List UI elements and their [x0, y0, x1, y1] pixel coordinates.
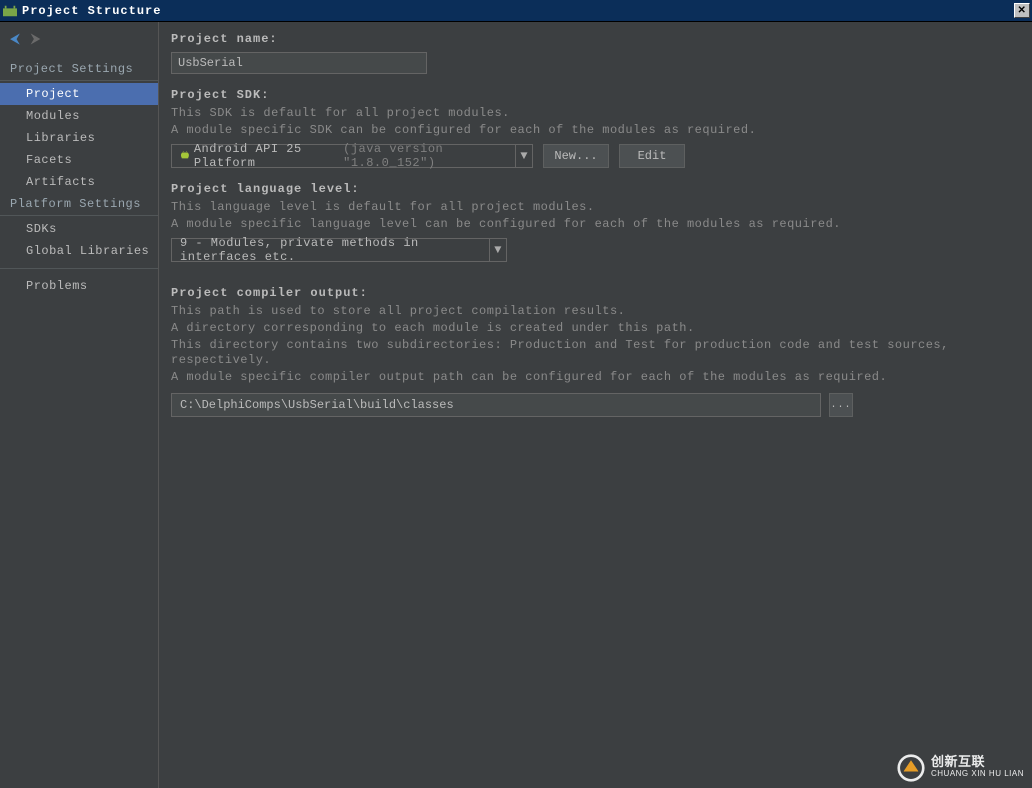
chevron-down-icon[interactable]: ▼: [489, 239, 506, 261]
sidebar-item-global-libraries[interactable]: Global Libraries: [0, 240, 158, 262]
watermark-text-zh: 创新互联: [931, 756, 1024, 768]
watermark-logo-icon: [897, 754, 925, 782]
sidebar-item-label: Global Libraries: [26, 244, 149, 258]
comp-desc-2: A directory corresponding to each module…: [171, 321, 1020, 336]
window-titlebar: Project Structure ✕: [0, 0, 1032, 22]
sdk-java-version: (java version "1.8.0_152"): [343, 142, 507, 170]
sdk-new-button[interactable]: New...: [543, 144, 609, 168]
nav-back-icon[interactable]: ⮜: [10, 32, 20, 48]
sidebar-separator: [0, 268, 158, 269]
language-level-selected: 9 - Modules, private methods in interfac…: [180, 236, 481, 264]
sdk-desc-2: A module specific SDK can be configured …: [171, 123, 1020, 138]
project-sdk-label: Project SDK:: [171, 88, 1020, 102]
chevron-down-icon[interactable]: ▼: [515, 145, 532, 167]
project-sdk-combo[interactable]: Android API 25 Platform (java version "1…: [171, 144, 533, 168]
window-close-button[interactable]: ✕: [1014, 3, 1030, 18]
sidebar-item-facets[interactable]: Facets: [0, 149, 158, 171]
sidebar: ⮜ ⮞ Project Settings Project Modules Lib…: [0, 22, 159, 788]
sidebar-item-project[interactable]: Project: [0, 83, 158, 105]
sidebar-item-label: Problems: [26, 279, 88, 293]
sidebar-item-modules[interactable]: Modules: [0, 105, 158, 127]
comp-desc-3: This directory contains two subdirectori…: [171, 338, 1020, 368]
android-icon: [180, 150, 190, 162]
sdk-edit-button[interactable]: Edit: [619, 144, 685, 168]
lang-desc-1: This language level is default for all p…: [171, 200, 1020, 215]
watermark-text-en: CHUANG XIN HU LIAN: [931, 768, 1024, 780]
language-level-label: Project language level:: [171, 182, 1020, 196]
compiler-output-input[interactable]: [171, 393, 821, 417]
window-title: Project Structure: [22, 4, 161, 18]
sidebar-item-sdks[interactable]: SDKs: [0, 218, 158, 240]
sidebar-item-artifacts[interactable]: Artifacts: [0, 171, 158, 193]
project-name-label: Project name:: [171, 32, 1020, 46]
browse-button[interactable]: ...: [829, 393, 853, 417]
comp-desc-4: A module specific compiler output path c…: [171, 370, 1020, 385]
sidebar-item-label: SDKs: [26, 222, 57, 236]
sidebar-item-label: Artifacts: [26, 175, 95, 189]
sidebar-item-label: Libraries: [26, 131, 95, 145]
sidebar-item-problems[interactable]: Problems: [0, 275, 158, 297]
language-level-combo[interactable]: 9 - Modules, private methods in interfac…: [171, 238, 507, 262]
app-icon: [2, 5, 18, 17]
nav-forward-icon: ⮞: [30, 32, 41, 48]
project-name-input[interactable]: [171, 52, 427, 74]
comp-desc-1: This path is used to store all project c…: [171, 304, 1020, 319]
sdk-desc-1: This SDK is default for all project modu…: [171, 106, 1020, 121]
sidebar-section-project-settings: Project Settings: [0, 58, 158, 81]
lang-desc-2: A module specific language level can be …: [171, 217, 1020, 232]
sidebar-item-label: Modules: [26, 109, 80, 123]
sdk-selected-name: Android API 25 Platform: [194, 142, 339, 170]
sidebar-item-label: Project: [26, 87, 80, 101]
watermark: 创新互联 CHUANG XIN HU LIAN: [897, 754, 1024, 782]
sidebar-item-label: Facets: [26, 153, 72, 167]
sidebar-section-platform-settings: Platform Settings: [0, 193, 158, 216]
compiler-output-label: Project compiler output:: [171, 286, 1020, 300]
sidebar-item-libraries[interactable]: Libraries: [0, 127, 158, 149]
content-panel: Project name: Project SDK: This SDK is d…: [159, 22, 1032, 788]
